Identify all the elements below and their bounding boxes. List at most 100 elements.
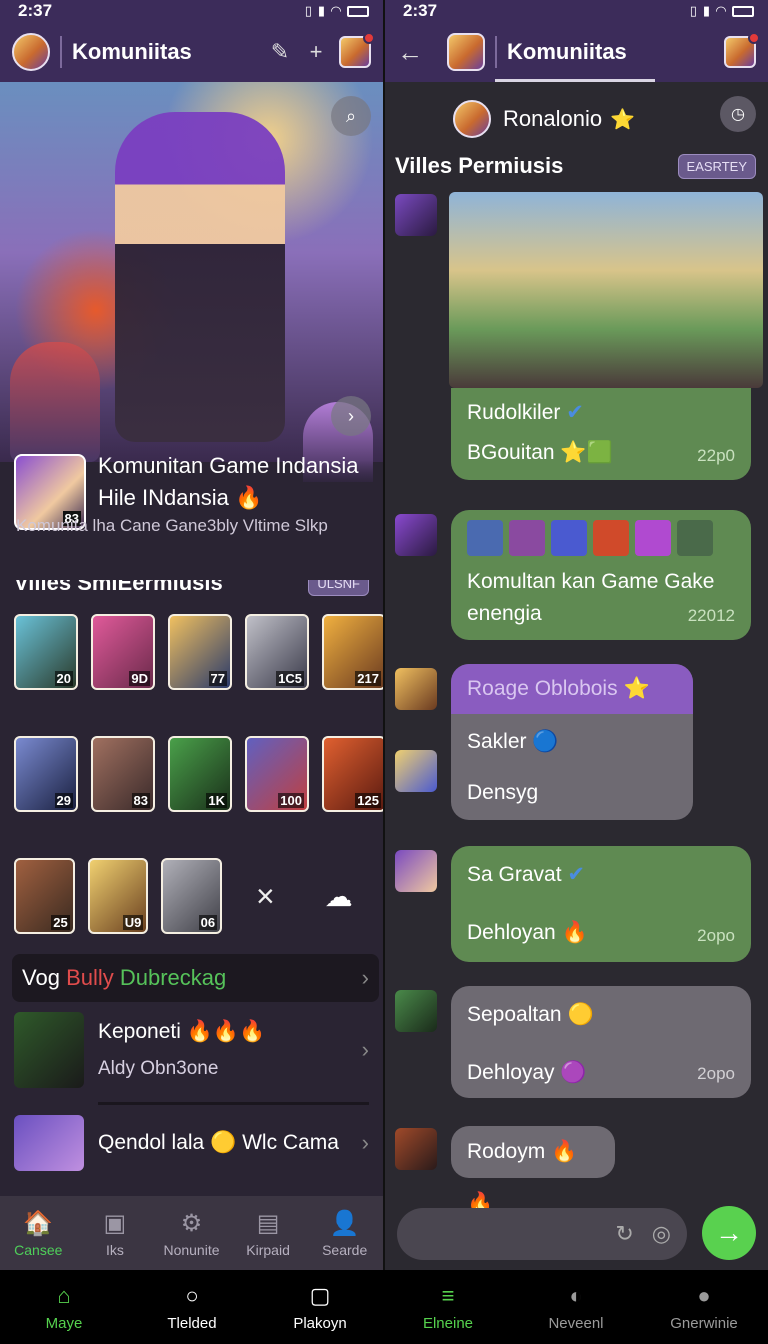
hero-card[interactable]: 1K <box>168 736 232 812</box>
creature-icon <box>677 520 713 556</box>
nav-item-2[interactable]: ▢ Plakoyn <box>256 1270 384 1344</box>
message-text: Sakler <box>467 730 527 753</box>
message-bubble[interactable]: Komultan kan Game Gake enengia 22012 <box>451 510 751 640</box>
tab-0[interactable]: 🏠 Cansee <box>0 1196 77 1270</box>
user-avatar[interactable] <box>12 33 50 71</box>
message-bubble[interactable]: Rodoym 🔥🔥 <box>451 1126 615 1215</box>
hero-count: 9D <box>129 671 150 686</box>
hero-card[interactable]: 20 <box>14 614 78 690</box>
chat-avatar[interactable] <box>453 100 491 138</box>
pencil-icon[interactable]: ✎ <box>267 39 293 65</box>
wifi-icon: ◠ <box>331 3 341 18</box>
tab-icon: 👤 <box>329 1209 360 1237</box>
status-time: 2:37 <box>403 1 438 20</box>
game-title: Komunitan Game Indansia Hile INdansia 🔥 <box>98 450 368 514</box>
tab-1[interactable]: ▣ Iks <box>77 1196 154 1270</box>
status-icons: ▯ ▮ ◠ <box>690 3 754 19</box>
app-bar: Komuniitas ✎ + <box>0 22 383 82</box>
profile-icon[interactable] <box>339 32 375 68</box>
next-arrow-icon[interactable]: › <box>331 396 371 436</box>
nav-icon: ○ <box>185 1282 199 1308</box>
nav-item-5[interactable]: ● Gnerwinie <box>640 1270 768 1344</box>
sender-avatar[interactable] <box>395 850 437 892</box>
message-line: Sakler 🔵 <box>467 714 677 770</box>
list-title-text-2: Wlc Cama <box>242 1131 339 1154</box>
sender-avatar[interactable] <box>395 1128 437 1170</box>
nav-label: Neveenl <box>548 1314 604 1332</box>
list-thumb <box>14 1115 84 1171</box>
hero-card[interactable]: 06 <box>161 858 223 934</box>
hero-card[interactable]: 9D <box>91 614 155 690</box>
tab-icon: ▣ <box>103 1209 127 1237</box>
hero-count: 77 <box>208 671 227 686</box>
nav-label: Maye <box>45 1314 83 1332</box>
hero-card[interactable]: 125 <box>322 736 383 812</box>
message-bubble[interactable]: Roage Oblobois ⭐ Sakler 🔵 Densyg <box>451 664 693 820</box>
camera-icon[interactable]: ◎ <box>652 1221 671 1247</box>
coin-icon: 🟡 <box>210 1131 237 1154</box>
hero-card[interactable]: 77 <box>168 614 232 690</box>
hero-card[interactable]: 25 <box>14 858 75 934</box>
game-avatar[interactable] <box>447 33 485 71</box>
vog-part1: Vog <box>22 965 60 990</box>
list-item[interactable]: Keponeti 🔥🔥🔥 Aldy Obn3one › <box>0 1002 383 1098</box>
status-time: 2:37 <box>18 1 53 20</box>
sender-avatar[interactable] <box>395 194 437 236</box>
message-input[interactable]: ↻ ◎ <box>397 1208 687 1260</box>
nav-item-4[interactable]: ◐ Neveenl <box>512 1270 640 1344</box>
fire-icon: 🔥 <box>561 921 588 944</box>
sender-avatar[interactable] <box>395 514 437 556</box>
message-text: Sepoaltan <box>467 1003 562 1026</box>
sender-avatar[interactable] <box>395 668 437 710</box>
message-text: Komultan kan Game Gake <box>467 570 715 593</box>
chat-name: Ronalonio <box>503 106 603 131</box>
wifi-icon: ◠ <box>716 3 726 18</box>
sender-avatar[interactable] <box>395 990 437 1032</box>
nav-icon: ≡ <box>441 1282 455 1308</box>
plus-icon[interactable]: + <box>303 39 329 65</box>
game-info: 83 Komunitan Game Indansia Hile INdansia… <box>0 453 383 580</box>
close-icon[interactable]: × <box>235 878 295 915</box>
nav-item-1[interactable]: ○ Tlelded <box>128 1270 256 1344</box>
sender-avatar[interactable] <box>395 750 437 792</box>
search-icon[interactable]: ⌕ <box>331 96 371 136</box>
profile-icon[interactable] <box>724 32 760 68</box>
tab-label: Iks <box>105 1241 124 1258</box>
hero-card[interactable]: 29 <box>14 736 78 812</box>
star-icon: ⭐🟩 <box>560 441 613 464</box>
message-bubble[interactable]: Sepoaltan 🟡 Dehloyay 🟣 2opo <box>451 986 751 1098</box>
tab-icon: ▤ <box>256 1209 280 1237</box>
hero-card[interactable]: 83 <box>91 736 155 812</box>
hero-card[interactable]: 1C5 <box>245 614 309 690</box>
nav-item-0[interactable]: ⌂ Maye <box>0 1270 128 1344</box>
hero-card[interactable]: 100 <box>245 736 309 812</box>
chat-bubble-icon[interactable]: ☁ <box>309 880 369 913</box>
hero-count: 29 <box>54 793 73 808</box>
message-text: Rodoym <box>467 1140 546 1163</box>
nav-icon: ▢ <box>309 1282 331 1308</box>
nav-item-3[interactable]: ≡ Elneine <box>384 1270 512 1344</box>
chat-pill[interactable]: EASRTEY <box>677 153 756 179</box>
tab-4[interactable]: 👤 Searde <box>306 1196 383 1270</box>
sword-icon <box>509 520 545 556</box>
message-line: Dehloyay 🟣 <box>467 1044 735 1102</box>
list-item[interactable]: Qendol lala 🟡 Wlc Cama › <box>0 1109 383 1181</box>
nav-icon: ● <box>697 1282 711 1308</box>
hero-card[interactable]: 217 <box>322 614 383 690</box>
hero-card[interactable]: U9 <box>87 858 149 934</box>
message-image[interactable] <box>449 192 763 388</box>
vog-banner[interactable]: Vog Bully Dubreckag › <box>12 954 379 1002</box>
message-bubble[interactable]: Rudolkiler ✔ BGouitan ⭐🟩 22p0 <box>451 388 751 480</box>
send-button[interactable]: → <box>702 1206 756 1260</box>
tab-3[interactable]: ▤ Kirpaid <box>230 1196 307 1270</box>
refresh-icon[interactable]: ↻ <box>615 1221 633 1247</box>
back-arrow-icon[interactable]: ← <box>397 37 423 68</box>
message-time: 22012 <box>687 606 735 625</box>
tab-2[interactable]: ⚙ Nonunite <box>153 1196 230 1270</box>
list-title-text: Qendol lala <box>98 1131 205 1154</box>
vog-part2: Bully <box>66 965 114 990</box>
hero-row-3: 25 U9 06 × ☁ <box>0 812 383 934</box>
clock-icon[interactable]: ◷ <box>720 96 756 132</box>
message-text: Dehloyan <box>467 921 556 944</box>
message-bubble[interactable]: Sa Gravat ✔ Dehloyan 🔥 2opo <box>451 846 751 962</box>
